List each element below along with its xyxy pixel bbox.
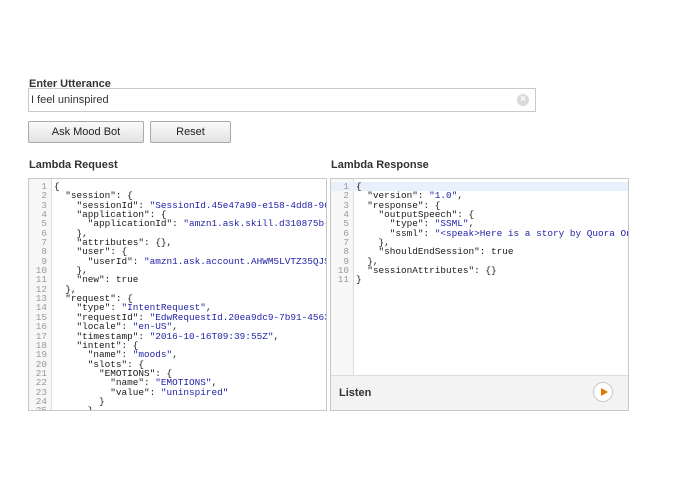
- reset-button[interactable]: Reset: [150, 121, 231, 143]
- line-text: }: [54, 405, 94, 411]
- listen-label: Listen: [339, 387, 372, 399]
- line-number: 25: [35, 405, 47, 411]
- listen-bar: Listen: [331, 375, 628, 410]
- line-text: }: [356, 274, 362, 286]
- utterance-field[interactable]: ×: [28, 88, 536, 112]
- line-number: 11: [337, 274, 349, 286]
- lambda-request-editor[interactable]: 1{2 "session": {3 "sessionId": "SessionI…: [28, 178, 327, 411]
- request-code[interactable]: 1{2 "session": {3 "sessionId": "SessionI…: [29, 182, 327, 411]
- line-text: "sessionAttributes": {}: [367, 265, 497, 277]
- code-line: 10 "sessionAttributes": {}: [331, 265, 628, 277]
- play-icon[interactable]: [593, 382, 613, 402]
- code-line: 25 }: [29, 405, 326, 411]
- lambda-request-label: Lambda Request: [29, 159, 118, 171]
- lambda-response-label: Lambda Response: [331, 159, 429, 171]
- line-text: "applicationId": "amzn1.ask.skill.d31087…: [87, 218, 327, 230]
- line-text: "ssml": "<speak>Here is a story by Quora…: [389, 227, 628, 239]
- code-line: 11}: [331, 274, 628, 286]
- utterance-input[interactable]: [31, 93, 511, 107]
- line-text: "shouldEndSession": true: [378, 246, 514, 258]
- ask-mood-bot-button[interactable]: Ask Mood Bot: [28, 121, 144, 143]
- line-text: "userId": "amzn1.ask.account.AHWM5LVTZ35…: [87, 255, 327, 267]
- clear-icon[interactable]: ×: [517, 94, 529, 106]
- response-code[interactable]: 1{2 "version": "1.0", 3 "response": {4 "o…: [331, 182, 628, 285]
- lambda-response-editor[interactable]: 1{2 "version": "1.0", 3 "response": {4 "o…: [330, 178, 629, 411]
